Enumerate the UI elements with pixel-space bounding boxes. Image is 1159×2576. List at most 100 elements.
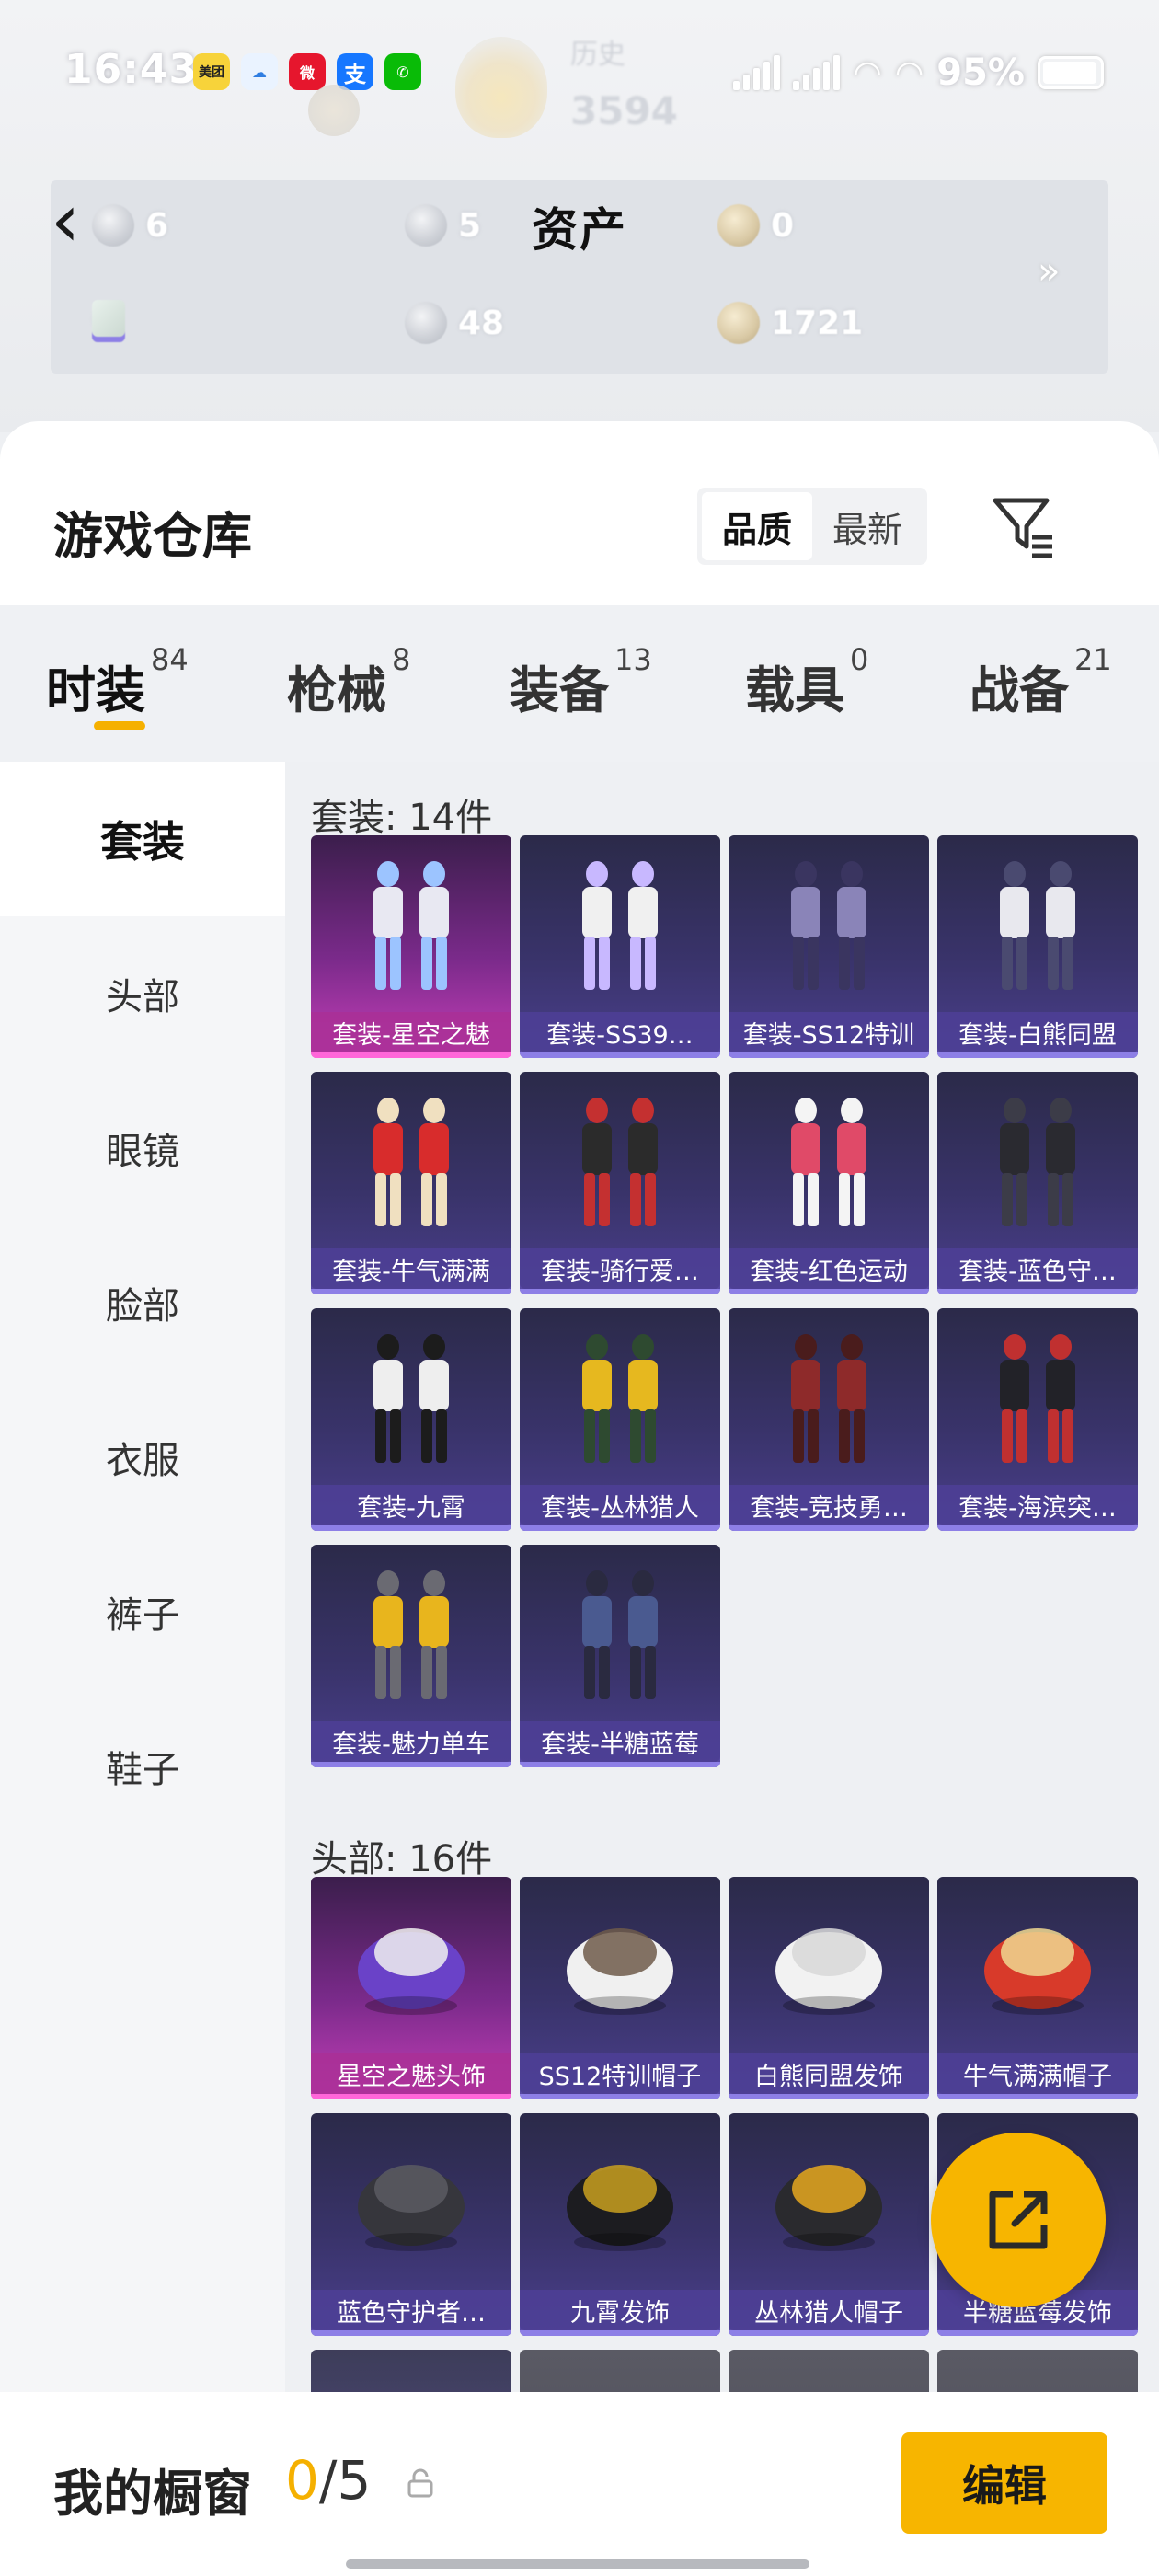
item-card[interactable]: 星空之魅头饰	[311, 1877, 511, 2099]
nav-item-head[interactable]: 头部	[0, 916, 285, 1071]
history-label: 历史	[570, 39, 625, 71]
tab-supplies[interactable]: 战备21	[970, 642, 1112, 722]
item-thumbnail	[582, 1098, 658, 1226]
asset-item: 0	[717, 204, 794, 247]
item-label: 套装-竞技勇…	[729, 1485, 929, 1525]
item-label: 套装-半糖蓝莓	[520, 1721, 720, 1762]
item-card[interactable]: 套装-白熊同盟	[937, 835, 1138, 1058]
tab-vehicles[interactable]: 载具0	[745, 642, 868, 722]
asset-title: 资产	[532, 203, 627, 257]
item-card[interactable]: 套装-竞技勇…	[729, 1308, 929, 1531]
item-thumbnail	[582, 1570, 658, 1699]
item-card[interactable]: 套装-牛气满满	[311, 1072, 511, 1294]
wechat-app-icon: ✆	[384, 53, 421, 90]
gold-coin-icon	[717, 302, 760, 344]
item-card[interactable]: 套装-SS12特训	[729, 835, 929, 1058]
item-card[interactable]: 套装-SS39…	[520, 835, 720, 1058]
category-tabs: 时装84 枪械8 装备13 载具0 战备21	[0, 605, 1159, 762]
item-thumbnail	[567, 1928, 673, 2015]
item-card[interactable]: 蓝色守护者…	[311, 2113, 511, 2336]
item-thumbnail	[984, 1928, 1091, 2015]
item-card[interactable]: 牛气满满帽子	[937, 1877, 1138, 2099]
edit-button[interactable]: 编辑	[901, 2432, 1107, 2534]
status-time: 16:43	[64, 46, 199, 93]
item-label: 套装-SS39…	[520, 1012, 720, 1052]
cloud-app-icon: ☁	[241, 53, 278, 90]
item-card[interactable]: 九霄发饰	[520, 2113, 720, 2336]
meituan-app-icon: 美团	[193, 53, 230, 90]
nav-item-shoes[interactable]: 鞋子	[0, 1689, 285, 1844]
home-indicator	[346, 2559, 809, 2569]
section-title-suits: 套装: 14件	[311, 797, 493, 839]
tab-fashion[interactable]: 时装84	[46, 642, 189, 722]
warehouse-header: 游戏仓库 品质 最新	[0, 421, 1159, 605]
asset-item: 48	[405, 302, 504, 344]
battery-percent: 95%	[936, 52, 1025, 94]
item-label: 套装-蓝色守…	[937, 1248, 1138, 1289]
item-card[interactable]: 套装-星空之魅	[311, 835, 511, 1058]
signal-icon	[733, 55, 781, 90]
item-card[interactable]: 白熊同盟发饰	[729, 1877, 929, 2099]
item-thumbnail	[1000, 1334, 1075, 1463]
double-chevron-icon[interactable]: »	[1038, 250, 1060, 293]
item-label: 套装-骑行爱…	[520, 1248, 720, 1289]
asset-item: 6	[92, 204, 168, 247]
item-thumbnail	[358, 2165, 465, 2251]
nav-item-suits[interactable]: 套装	[0, 762, 285, 916]
item-thumbnail	[582, 861, 658, 990]
sort-option-newest[interactable]: 最新	[812, 492, 923, 560]
silver-coin-icon	[405, 204, 447, 247]
asset-header: 16:43 美团 ☁ 微 支 ✆ ◠ ◠ 95% 历史 3594 ‹ 资产 6 …	[0, 0, 1159, 432]
item-card[interactable]: SS12特训帽子	[520, 1877, 720, 2099]
item-thumbnail	[358, 1928, 465, 2015]
nav-item-clothes[interactable]: 衣服	[0, 1380, 285, 1535]
item-label: 套装-白熊同盟	[937, 1012, 1138, 1052]
coupon-icon	[92, 204, 134, 247]
tab-equipment[interactable]: 装备13	[510, 642, 652, 722]
nav-item-face[interactable]: 脸部	[0, 1225, 285, 1380]
item-thumbnail	[567, 2165, 673, 2251]
item-label: SS12特训帽子	[520, 2053, 720, 2094]
item-card[interactable]: 套装-红色运动	[729, 1072, 929, 1294]
item-card[interactable]: 套装-蓝色守…	[937, 1072, 1138, 1294]
filter-icon[interactable]	[990, 493, 1056, 559]
wifi-icon: ◠	[894, 53, 924, 92]
tab-active-indicator	[94, 721, 145, 730]
item-card[interactable]: 套装-半糖蓝莓	[520, 1545, 720, 1767]
item-thumbnail	[775, 2165, 882, 2251]
item-label: 套装-SS12特训	[729, 1012, 929, 1052]
item-card[interactable]: 套装-骑行爱…	[520, 1072, 720, 1294]
section-title-head: 头部: 16件	[311, 1838, 493, 1880]
item-label: 星空之魅头饰	[311, 2053, 511, 2094]
item-card[interactable]: 套装-魅力单车	[311, 1545, 511, 1767]
item-card[interactable]: 丛林猎人帽子	[729, 2113, 929, 2336]
asset-item: 5	[405, 204, 481, 247]
battery-icon	[1038, 56, 1104, 89]
silver-coin-icon	[405, 302, 447, 344]
history-score: 3594	[570, 88, 678, 133]
status-indicators: ◠ ◠ 95%	[733, 50, 1104, 96]
item-thumbnail	[373, 1570, 449, 1699]
item-card[interactable]: 套装-丛林猎人	[520, 1308, 720, 1531]
item-label: 套装-牛气满满	[311, 1248, 511, 1289]
signal-icon	[793, 55, 841, 90]
flame-emblem-icon	[455, 37, 547, 138]
gold-coin-icon	[717, 204, 760, 247]
item-thumbnail	[373, 861, 449, 990]
item-thumbnail	[775, 1928, 882, 2015]
item-label: 九霄发饰	[520, 2290, 720, 2330]
nav-item-pants[interactable]: 裤子	[0, 1535, 285, 1689]
item-thumbnail	[791, 1334, 866, 1463]
item-card[interactable]: 套装-海滨突…	[937, 1308, 1138, 1531]
sort-option-quality[interactable]: 品质	[702, 492, 812, 560]
share-button[interactable]	[931, 2133, 1106, 2307]
wifi-icon: ◠	[853, 53, 882, 92]
item-card[interactable]: 套装-九霄	[311, 1308, 511, 1531]
showcase-title: 我的橱窗	[53, 2465, 252, 2523]
item-thumbnail	[791, 1098, 866, 1226]
nav-item-glasses[interactable]: 眼镜	[0, 1071, 285, 1225]
asset-item: 1721	[717, 302, 863, 344]
item-label: 套装-星空之魅	[311, 1012, 511, 1052]
weibo-app-icon: 微	[289, 53, 326, 90]
tab-guns[interactable]: 枪械8	[287, 642, 410, 722]
